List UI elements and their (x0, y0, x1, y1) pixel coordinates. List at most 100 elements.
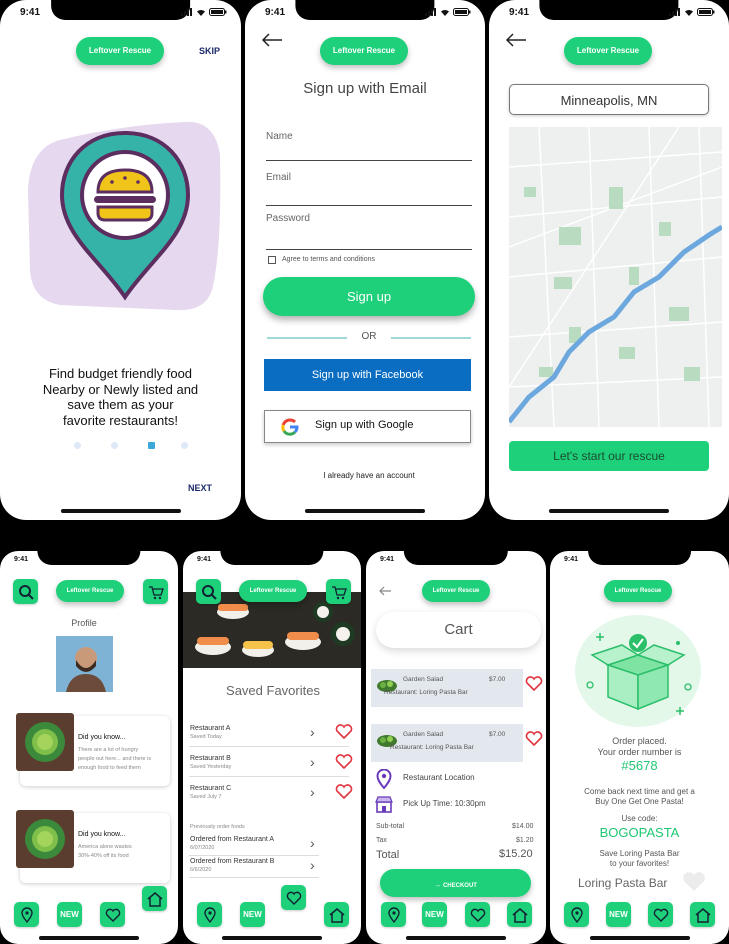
total-value: $15.20 (499, 848, 533, 860)
heart-icon (470, 908, 485, 922)
nav-favorites-button[interactable] (648, 902, 673, 927)
have-account-link[interactable]: I already have an account (245, 471, 485, 480)
wifi-icon (197, 9, 205, 16)
cart-title: Cart (376, 612, 541, 648)
fact-card-title: Did you know... (78, 831, 126, 838)
brand-pill: Leftover Rescue (422, 580, 490, 602)
checkout-button[interactable]: → CHECKOUT (380, 869, 531, 897)
fact-card-line: 30%-40% off its food (78, 853, 129, 859)
page-dot-3-active[interactable] (148, 442, 155, 449)
battery-icon (453, 8, 471, 16)
fact-card-2[interactable]: Did you know... America alone wastes 30%… (16, 810, 170, 883)
nav-new-button[interactable]: NEW (240, 902, 265, 927)
nav-location-button[interactable] (564, 902, 589, 927)
heart-icon[interactable] (335, 754, 353, 770)
email-field-label[interactable]: Email (266, 172, 291, 183)
facebook-signup-button[interactable]: Sign up with Facebook (264, 359, 471, 391)
city-input[interactable]: Minneapolis, MN (509, 84, 709, 115)
home-indicator (589, 936, 690, 940)
nav-location-button[interactable] (197, 902, 222, 927)
page-dot-1[interactable] (74, 442, 81, 449)
password-field-label[interactable]: Password (266, 213, 310, 224)
nav-location-button[interactable] (381, 902, 406, 927)
name-field-underline (266, 160, 472, 161)
onboarding-headline: Find budget friendly food Nearby or Newl… (0, 366, 241, 428)
heart-icon[interactable] (525, 731, 543, 747)
next-button[interactable]: NEXT (188, 483, 212, 493)
google-signup-button[interactable]: Sign up with Google (264, 410, 471, 443)
page-dot-4[interactable] (181, 442, 188, 449)
skip-button[interactable]: SKIP (199, 46, 220, 56)
nav-location-button[interactable] (14, 902, 39, 927)
home-icon (329, 907, 344, 923)
heart-icon (653, 908, 668, 922)
brand-pill: Leftover Rescue (564, 37, 652, 65)
status-time: 9:41 (380, 556, 395, 563)
home-indicator (549, 509, 669, 513)
nav-favorites-button[interactable] (465, 902, 490, 927)
salad-bowl-image (16, 810, 74, 868)
cart-icon (148, 585, 164, 599)
back-arrow-icon[interactable] (505, 33, 527, 47)
back-arrow-icon[interactable] (378, 586, 392, 596)
chevron-right-icon: › (310, 724, 315, 740)
nav-home-button[interactable] (507, 902, 532, 927)
restaurant-location-link[interactable]: Restaurant Location (403, 773, 475, 782)
nav-home-button[interactable] (324, 902, 349, 927)
search-button[interactable] (13, 579, 38, 604)
search-button[interactable] (196, 579, 221, 604)
favorite-row-a[interactable]: Restaurant A Saved Today › (189, 721, 349, 747)
name-field-label[interactable]: Name (266, 131, 293, 142)
cart-item-2[interactable]: Garden Salad $7.00 Restaurant: Loring Pa… (371, 724, 523, 762)
promo-line-1: Come back next time and get a (584, 787, 695, 796)
notch (587, 551, 692, 565)
heart-icon[interactable] (525, 676, 543, 692)
nav-new-button[interactable]: NEW (422, 902, 447, 927)
notch (403, 551, 509, 565)
favorite-name: Restaurant C (190, 785, 232, 792)
brand-pill: Leftover Rescue (604, 580, 672, 602)
password-field-underline (266, 249, 472, 250)
screen-cart: 9:41 Leftover Rescue Cart Garden Salad $… (366, 551, 546, 944)
signup-button[interactable]: Sign up (263, 277, 475, 316)
home-icon (695, 907, 710, 923)
heart-icon (105, 908, 120, 922)
heart-icon[interactable] (335, 724, 353, 740)
heart-icon[interactable] (335, 784, 353, 800)
headline-line-1: Find budget friendly food (48, 366, 193, 381)
nav-new-button[interactable]: NEW (57, 902, 82, 927)
brand-pill: Leftover Rescue (76, 37, 164, 65)
start-rescue-button[interactable]: Let's start our rescue (509, 441, 709, 471)
google-signup-label: Sign up with Google (315, 419, 414, 431)
previous-order-name: Ordered from Restaurant A (190, 836, 275, 843)
bottom-nav: NEW (183, 902, 361, 928)
bottom-nav: NEW (366, 902, 546, 928)
favorite-saved-date: Saved July 7 (190, 794, 222, 800)
page-dot-2[interactable] (111, 442, 118, 449)
favorite-row-c[interactable]: Restaurant C Saved July 7 › (189, 781, 349, 807)
avatar[interactable] (56, 636, 113, 692)
cart-item-1[interactable]: Garden Salad $7.00 Restaurant: Loring Pa… (371, 669, 523, 707)
nav-favorites-button[interactable] (100, 902, 125, 927)
chevron-right-icon: › (310, 784, 315, 800)
headline-line-3: save them as your (67, 397, 174, 412)
cart-item-name: Garden Salad (403, 676, 444, 683)
cart-button[interactable] (326, 579, 351, 604)
heart-icon[interactable] (681, 871, 707, 893)
status-icons (425, 8, 471, 16)
store-icon (375, 796, 393, 813)
previous-order-b[interactable]: Ordered from Restaurant B 6/6/2020 › (189, 856, 319, 878)
previous-order-a[interactable]: Ordered from Restaurant A 6/07/2020 › (189, 834, 319, 856)
city-map[interactable] (509, 127, 722, 427)
fact-card-1[interactable]: Did you know... There are a lot of hungr… (16, 713, 170, 786)
back-arrow-icon[interactable] (261, 33, 283, 47)
favorite-row-b[interactable]: Restaurant B Saved Yesterday › (189, 751, 349, 777)
terms-checkbox[interactable] (268, 256, 276, 264)
nav-home-button[interactable] (690, 902, 715, 927)
home-indicator (60, 509, 181, 513)
bottom-nav: NEW (0, 902, 178, 928)
nav-new-button[interactable]: NEW (606, 902, 631, 927)
status-time: 9:41 (20, 7, 41, 18)
subtotal-value: $14.00 (512, 823, 534, 830)
cart-button[interactable] (143, 579, 168, 604)
